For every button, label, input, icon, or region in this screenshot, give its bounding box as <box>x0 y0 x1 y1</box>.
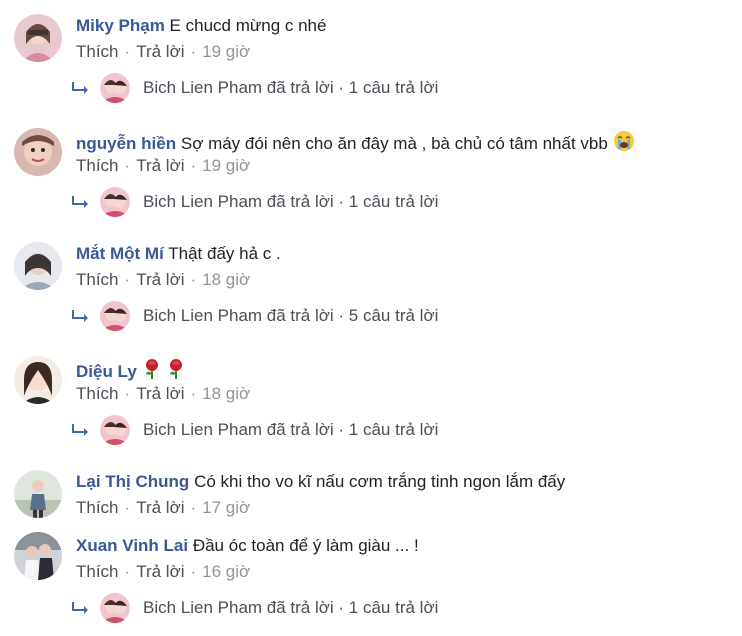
replies-summary[interactable]: Bich Lien Pham đã trả lời · 5 câu trả lờ… <box>70 301 490 331</box>
avatar[interactable] <box>14 242 62 290</box>
reply-arrow-icon <box>72 310 88 322</box>
replies-summary[interactable]: Bich Lien Pham đã trả lời · 1 câu trả lờ… <box>70 73 490 103</box>
reply-arrow-icon <box>72 196 88 208</box>
reply-summary-text[interactable]: Bich Lien Pham đã trả lời · 5 câu trả lờ… <box>143 306 438 326</box>
like-link[interactable]: Thích <box>76 562 119 581</box>
timestamp[interactable]: 16 giờ <box>202 562 250 581</box>
commenter-name[interactable]: Lại Thị Chung <box>76 472 189 491</box>
reply-link[interactable]: Trả lời <box>136 384 184 403</box>
commenter-name[interactable]: Miky Phạm <box>76 16 165 35</box>
replier-avatar <box>100 301 130 331</box>
separator: · <box>190 42 197 61</box>
separator: · <box>190 384 197 403</box>
reply-link[interactable]: Trả lời <box>136 156 184 175</box>
reply-arrow-icon <box>72 602 88 614</box>
timestamp[interactable]: 18 giờ <box>202 270 250 289</box>
reply-summary-text[interactable]: Bich Lien Pham đã trả lời · 1 câu trả lờ… <box>143 598 438 618</box>
reply-summary-text[interactable]: Bich Lien Pham đã trả lời · 1 câu trả lờ… <box>143 420 438 440</box>
separator: · <box>124 270 131 289</box>
timestamp[interactable]: 18 giờ <box>202 384 250 403</box>
commenter-name[interactable]: Diệu Ly <box>76 362 137 381</box>
avatar[interactable] <box>14 470 62 518</box>
reply-link[interactable]: Trả lời <box>136 270 184 289</box>
replier-avatar <box>100 593 130 623</box>
like-link[interactable]: Thích <box>76 156 119 175</box>
timestamp[interactable]: 19 giờ <box>202 156 250 175</box>
avatar[interactable] <box>14 356 62 404</box>
separator: · <box>190 156 197 175</box>
commenter-name[interactable]: Mắt Một Mí <box>76 244 164 263</box>
like-link[interactable]: Thích <box>76 498 119 517</box>
reply-link[interactable]: Trả lời <box>136 42 184 61</box>
rose-icon <box>145 359 158 379</box>
avatar[interactable] <box>14 14 62 62</box>
reply-summary-text[interactable]: Bich Lien Pham đã trả lời · 1 câu trả lờ… <box>143 192 438 212</box>
reply-link[interactable]: Trả lời <box>136 562 184 581</box>
commenter-name[interactable]: nguyễn hiền <box>76 134 176 153</box>
crying-face-icon <box>613 131 634 151</box>
separator: · <box>190 562 197 581</box>
replies-summary[interactable]: Bich Lien Pham đã trả lời · 1 câu trả lờ… <box>70 593 490 623</box>
comment-text: Có khi tho vo kĩ nấu cơm trắng tinh ngon… <box>194 472 566 491</box>
avatar[interactable] <box>14 128 62 176</box>
separator: · <box>124 384 131 403</box>
separator: · <box>190 270 197 289</box>
separator: · <box>190 498 197 517</box>
replier-avatar <box>100 73 130 103</box>
comment-text: Thật đấy hả c . <box>168 244 281 263</box>
replies-summary[interactable]: Bich Lien Pham đã trả lời · 1 câu trả lờ… <box>70 415 490 445</box>
rose-icon <box>170 359 183 379</box>
replies-summary[interactable]: Bich Lien Pham đã trả lời · 1 câu trả lờ… <box>70 187 490 217</box>
reply-arrow-icon <box>72 82 88 94</box>
replier-avatar <box>100 187 130 217</box>
replier-avatar <box>100 415 130 445</box>
timestamp[interactable]: 19 giờ <box>202 42 250 61</box>
like-link[interactable]: Thích <box>76 384 119 403</box>
commenter-name[interactable]: Xuan Vinh Lai <box>76 536 188 555</box>
separator: · <box>124 156 131 175</box>
timestamp[interactable]: 17 giờ <box>202 498 250 517</box>
comment-text: Đầu óc toàn để ý làm giàu ... ! <box>192 536 419 555</box>
reply-summary-text[interactable]: Bich Lien Pham đã trả lời · 1 câu trả lờ… <box>143 78 438 98</box>
reply-link[interactable]: Trả lời <box>136 498 184 517</box>
separator: · <box>124 498 131 517</box>
like-link[interactable]: Thích <box>76 270 119 289</box>
comment-text: Sợ máy đói nên cho ăn đây mà , bà chủ có… <box>180 134 608 153</box>
avatar[interactable] <box>14 532 62 580</box>
separator: · <box>124 562 131 581</box>
separator: · <box>124 42 131 61</box>
reply-arrow-icon <box>72 424 88 436</box>
comment-text: E chucd mừng c nhé <box>169 16 327 35</box>
like-link[interactable]: Thích <box>76 42 119 61</box>
